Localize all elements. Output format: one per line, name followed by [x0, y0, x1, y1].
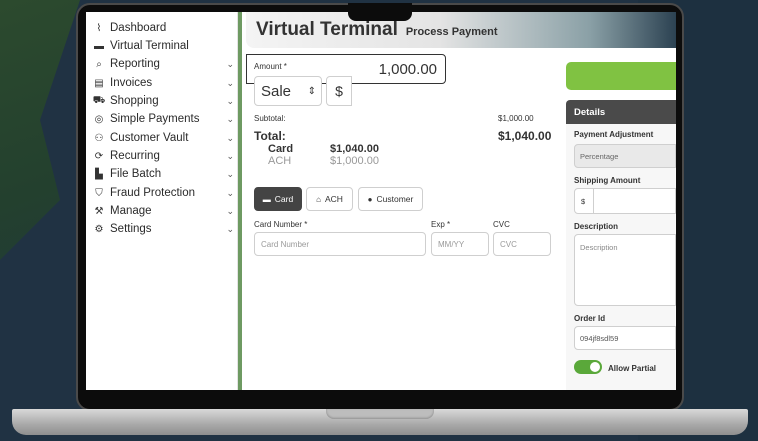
tab-customer-label: Customer: [376, 194, 414, 204]
sidebar-nav: ⌇ Dashboard ▬ Virtual Terminal ⌕ Reporting ⌄ ▤ I…: [86, 12, 238, 390]
tab-ach[interactable]: ⌂ ACH: [306, 187, 353, 211]
sidebar-item-customer-vault[interactable]: ⚇ Customer Vault ⌄: [92, 129, 238, 147]
allow-partial-toggle[interactable]: [574, 360, 602, 374]
amount-label: Amount *: [254, 62, 287, 71]
sidebar-item-settings[interactable]: ⚙ Settings ⌄: [92, 220, 238, 238]
page-subtitle: Process Payment: [405, 25, 498, 38]
chart-line-icon: ⌇: [96, 22, 102, 34]
camera-notch: [348, 3, 412, 21]
laptop-opening-groove: [326, 409, 434, 419]
card-total-label: Card: [268, 143, 294, 155]
chevron-down-icon: ⌄: [226, 58, 234, 69]
payment-adjustment-select[interactable]: Percentage: [574, 144, 676, 168]
sidebar-item-file-batch[interactable]: ▙ File Batch ⌄: [92, 165, 238, 183]
chevron-down-icon: ⌄: [226, 187, 234, 198]
sidebar-item-label: Customer Vault: [110, 132, 189, 144]
sidebar-item-label: Fraud Protection: [110, 187, 196, 199]
subtotal-label: Subtotal:: [254, 114, 286, 123]
tab-ach-label: ACH: [324, 194, 343, 204]
sidebar-item-reporting[interactable]: ⌕ Reporting ⌄: [92, 55, 238, 73]
laptop-screen: ⌇ Dashboard ▬ Virtual Terminal ⌕ Reporting ⌄ ▤ I…: [86, 12, 676, 390]
cvc-input[interactable]: CVC: [493, 232, 551, 256]
page-header: Virtual Terminal Process Payment: [246, 12, 676, 48]
sidebar-item-label: Settings: [110, 223, 152, 235]
shield-icon: ⛉: [95, 187, 103, 199]
sidebar-item-invoices[interactable]: ▤ Invoices ⌄: [92, 74, 238, 92]
select-updown-icon: ⇕: [307, 85, 316, 97]
sidebar-item-label: Simple Payments: [110, 113, 200, 125]
sidebar-item-simple-payments[interactable]: ◎ Simple Payments ⌄: [92, 110, 238, 128]
sidebar-item-virtual-terminal[interactable]: ▬ Virtual Terminal: [92, 37, 238, 55]
bank-icon: ⌂: [316, 194, 321, 204]
details-panel: Details Payment Adjustment Percentage Sh…: [566, 60, 676, 390]
sidebar-accent-rail: [238, 12, 242, 390]
search-icon: ⌕: [96, 58, 102, 70]
chevron-down-icon: ⌄: [226, 223, 234, 234]
card-icon: ▬: [94, 40, 104, 52]
tab-card[interactable]: ▬ Card: [254, 187, 302, 211]
page-title: Virtual Terminal: [256, 19, 398, 40]
sidebar-item-label: Manage: [110, 205, 152, 217]
payment-adjustment-label: Payment Adjustment: [574, 130, 654, 139]
chevron-down-icon: ⌄: [226, 113, 234, 124]
file-icon: ▙: [95, 168, 103, 180]
chevron-down-icon: ⌄: [226, 150, 234, 161]
sidebar-item-label: Shopping: [110, 95, 159, 107]
sidebar-item-label: Invoices: [110, 77, 153, 89]
details-header: Details: [566, 100, 676, 124]
cart-icon: ⛟: [92, 94, 106, 106]
details-body: Payment Adjustment Percentage Shipping A…: [566, 124, 676, 390]
sidebar-item-label: Recurring: [110, 150, 160, 162]
transaction-type-value: Sale: [261, 82, 292, 100]
sidebar-item-dashboard[interactable]: ⌇ Dashboard: [92, 19, 238, 37]
shipping-currency-prefix: $: [574, 188, 594, 214]
total-label: Total:: [254, 129, 286, 143]
gear-icon: ⚙: [94, 223, 104, 235]
exp-label: Exp *: [431, 220, 451, 229]
card-number-input[interactable]: Card Number: [254, 232, 426, 256]
submit-button[interactable]: [566, 62, 676, 90]
ach-total-value: $1,000.00: [330, 155, 379, 167]
order-id-label: Order Id: [574, 314, 606, 323]
invoice-icon: ▤: [94, 77, 104, 89]
allow-partial-label: Allow Partial: [608, 364, 657, 373]
sidebar-item-manage[interactable]: ⚒ Manage ⌄: [92, 202, 238, 220]
chevron-down-icon: ⌄: [226, 95, 234, 106]
sidebar-item-shopping[interactable]: ⛟ Shopping ⌄: [92, 92, 238, 110]
ach-total-label: ACH: [268, 155, 292, 167]
sidebar-item-recurring[interactable]: ⟳ Recurring ⌄: [92, 147, 238, 165]
transaction-type-select[interactable]: Sale ⇕: [254, 76, 322, 106]
sync-icon: ⟳: [94, 150, 104, 162]
card-icon: ▬: [262, 194, 271, 204]
cvc-label: CVC: [493, 220, 510, 229]
order-id-input[interactable]: 094jf8sdl59: [574, 326, 676, 350]
chevron-down-icon: ⌄: [226, 205, 234, 216]
toggle-knob: [590, 362, 600, 372]
chevron-down-icon: ⌄: [226, 168, 234, 179]
chevron-down-icon: ⌄: [226, 132, 234, 143]
sidebar-item-label: Reporting: [110, 58, 160, 70]
subtotal-value: $1,000.00: [498, 114, 534, 123]
exp-input[interactable]: MM/YY: [431, 232, 489, 256]
payment-form: Amount * Sale ⇕ $ 1,000.00 Subtotal: $1,…: [246, 54, 564, 390]
tab-customer[interactable]: ● Customer: [358, 187, 423, 211]
sidebar-item-label: Dashboard: [110, 22, 167, 34]
shipping-amount-label: Shipping Amount: [574, 176, 641, 185]
sidebar-item-fraud-protection[interactable]: ⛉ Fraud Protection ⌄: [92, 184, 238, 202]
user-icon: ●: [367, 194, 373, 204]
description-textarea[interactable]: Description: [574, 234, 676, 306]
chevron-down-icon: ⌄: [226, 77, 234, 88]
sidebar-item-label: File Batch: [110, 168, 162, 180]
shipping-amount-input[interactable]: [593, 188, 676, 214]
users-icon: ⚇: [94, 132, 104, 144]
total-value: $1,040.00: [498, 129, 552, 143]
coin-icon: ◎: [94, 113, 104, 125]
currency-prefix: $: [326, 76, 352, 106]
card-number-label: Card Number *: [254, 220, 308, 229]
wrench-icon: ⚒: [94, 205, 104, 217]
tab-card-label: Card: [274, 194, 294, 204]
sidebar-item-label: Virtual Terminal: [110, 40, 189, 52]
card-total-value: $1,040.00: [330, 143, 379, 155]
description-label: Description: [574, 222, 619, 231]
